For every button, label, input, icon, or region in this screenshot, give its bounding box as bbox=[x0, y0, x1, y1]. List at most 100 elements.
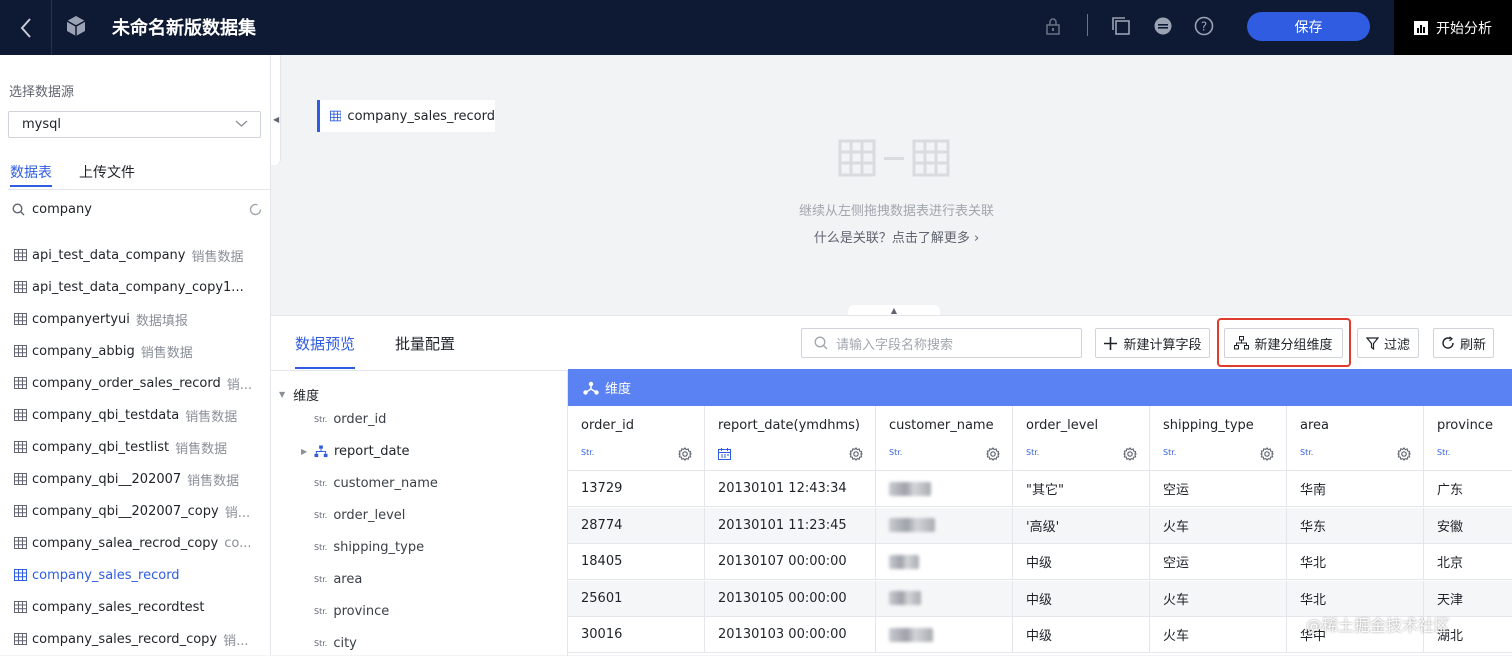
field-name: order_level bbox=[333, 508, 406, 523]
field-tree: ▼ 维度 Str. order_id ▶ report_date Str. custome… bbox=[271, 370, 568, 656]
new-calculated-field-label: 新建计算字段 bbox=[1123, 337, 1202, 353]
table-list-item[interactable]: company_order_sales_record 销... bbox=[14, 371, 264, 395]
datasource-select[interactable]: mysql bbox=[8, 111, 261, 138]
table-list-item[interactable]: api_test_data_company 销售数据 bbox=[14, 243, 264, 267]
start-analysis-button[interactable]: 开始分析 bbox=[1394, 0, 1512, 55]
chevron-right-icon: › bbox=[973, 231, 980, 246]
gear-icon[interactable] bbox=[678, 447, 692, 461]
table-icon bbox=[14, 473, 27, 485]
column-header[interactable]: shipping_type Str. bbox=[1150, 406, 1287, 471]
field-item[interactable]: ▶ report_date bbox=[301, 444, 410, 459]
table-list-item[interactable]: company_qbi_testdata 销售数据 bbox=[14, 403, 264, 427]
table-icon bbox=[14, 313, 27, 325]
field-item[interactable]: Str. area bbox=[314, 572, 362, 587]
string-type-badge: Str. bbox=[314, 479, 328, 488]
dimension-group-header-label: 维度 bbox=[605, 382, 632, 397]
join-help-link[interactable]: 什么是关联？点击了解更多 › bbox=[281, 227, 1512, 246]
table-cell: 华东 bbox=[1287, 507, 1424, 544]
table-icon bbox=[14, 537, 27, 549]
datasource-label: 选择数据源 bbox=[9, 85, 75, 100]
caret-right-icon: ▶ bbox=[301, 447, 308, 456]
tab-tables[interactable]: 数据表 bbox=[10, 162, 52, 187]
field-item[interactable]: Str. order_id bbox=[314, 412, 386, 427]
hierarchy-icon bbox=[314, 445, 328, 458]
page-title: 未命名新版数据集 bbox=[112, 18, 256, 39]
table-list-item[interactable]: company_qbi_testlist 销售数据 bbox=[14, 435, 264, 459]
new-calculated-field-button[interactable]: 新建计算字段 bbox=[1095, 328, 1210, 358]
table-icon bbox=[330, 110, 342, 122]
tab-upload-file[interactable]: 上传文件 bbox=[79, 162, 135, 182]
table-name: companyertyui bbox=[32, 311, 130, 327]
table-tag: co... bbox=[224, 535, 252, 551]
column-header[interactable]: order_level Str. bbox=[1013, 406, 1150, 471]
gear-icon[interactable] bbox=[1397, 447, 1411, 461]
field-search-input[interactable]: 请输入字段名称搜索 bbox=[801, 328, 1082, 358]
table-list-item[interactable]: company_sales_record bbox=[14, 563, 264, 587]
redacted-value bbox=[889, 481, 931, 496]
field-name: order_id bbox=[333, 412, 387, 427]
table-list-item[interactable]: company_qbi__202007_copy 销... bbox=[14, 499, 264, 523]
gear-icon[interactable] bbox=[986, 447, 1000, 461]
tab-batch-config[interactable]: 批量配置 bbox=[395, 333, 455, 354]
column-header[interactable]: province Str. bbox=[1424, 406, 1512, 471]
gear-icon[interactable] bbox=[849, 447, 863, 461]
table-list-item[interactable]: company_sales_record_copy 销... bbox=[14, 627, 264, 651]
table-search[interactable]: company bbox=[8, 198, 263, 222]
tab-data-preview[interactable]: 数据预览 bbox=[295, 333, 356, 369]
chevron-left-icon bbox=[20, 17, 31, 38]
filter-button[interactable]: 过滤 bbox=[1357, 328, 1419, 358]
table-icon bbox=[14, 345, 27, 357]
refresh-button[interactable]: 刷新 bbox=[1433, 328, 1494, 358]
column-header[interactable]: customer_name Str. bbox=[876, 406, 1013, 471]
save-button[interactable]: 保存 bbox=[1247, 12, 1370, 41]
svg-text:?: ? bbox=[1201, 20, 1207, 34]
table-name: company_sales_record bbox=[32, 567, 180, 583]
back-button[interactable] bbox=[0, 0, 52, 55]
table-list-item[interactable]: company_salea_recrod_copy co... bbox=[14, 531, 264, 555]
column-header[interactable]: report_date(ymdhms) bbox=[705, 406, 876, 471]
column-header[interactable]: order_id Str. bbox=[568, 406, 705, 471]
table-cell bbox=[876, 544, 1013, 580]
lock-icon[interactable] bbox=[1042, 15, 1064, 37]
field-item[interactable]: Str. order_level bbox=[314, 508, 405, 523]
table-cell: 火车 bbox=[1150, 580, 1287, 617]
table-cell: 北京 bbox=[1424, 544, 1512, 580]
field-item[interactable]: Str. city bbox=[314, 636, 357, 651]
table-icon bbox=[14, 505, 27, 517]
table-list-item[interactable]: company_sales_recordtest bbox=[14, 595, 264, 619]
search-icon bbox=[12, 203, 25, 216]
help-icon[interactable]: ? bbox=[1193, 15, 1215, 37]
table-list-item[interactable]: api_test_data_company_copy1... bbox=[14, 275, 264, 299]
field-item[interactable]: Str. province bbox=[314, 604, 389, 619]
relation-canvas: company_sales_record 继续从左侧拖拽数据表进行表关联 什么是… bbox=[281, 55, 1512, 317]
table-search-input[interactable]: company bbox=[32, 202, 92, 217]
redacted-value bbox=[889, 518, 935, 532]
field-item[interactable]: Str. customer_name bbox=[314, 476, 438, 491]
column-name: report_date(ymdhms) bbox=[718, 418, 860, 433]
column-header[interactable]: area Str. bbox=[1287, 406, 1424, 471]
dimension-group[interactable]: ▼ 维度 bbox=[279, 385, 319, 404]
filter-label: 过滤 bbox=[1383, 337, 1410, 353]
table-list-item[interactable]: companyertyui 数据填报 bbox=[14, 307, 264, 331]
table-cell: 13729 bbox=[568, 471, 705, 507]
new-group-dimension-button[interactable]: 新建分组维度 bbox=[1224, 328, 1343, 358]
table-cell: 中级 bbox=[1013, 544, 1150, 580]
table-list-item[interactable]: company_abbig 销售数据 bbox=[14, 339, 264, 363]
gear-icon[interactable] bbox=[1123, 447, 1137, 461]
table-cell: 20130101 11:23:45 bbox=[705, 507, 876, 544]
gear-icon[interactable] bbox=[1260, 447, 1274, 461]
search-icon bbox=[814, 336, 828, 350]
sidebar-collapse-handle[interactable]: ◀ bbox=[271, 55, 281, 165]
column-name: order_id bbox=[581, 418, 635, 433]
field-name: province bbox=[333, 604, 390, 619]
redacted-value bbox=[889, 554, 919, 569]
dataset-cube-icon bbox=[66, 15, 86, 41]
minus-circle-icon[interactable] bbox=[1152, 15, 1174, 37]
plus-icon bbox=[1104, 336, 1118, 350]
string-type-badge: Str. bbox=[314, 607, 328, 616]
table-list-item[interactable]: company_qbi__202007 销售数据 bbox=[14, 467, 264, 491]
field-item[interactable]: Str. shipping_type bbox=[314, 540, 424, 555]
table-node[interactable]: company_sales_record bbox=[317, 100, 495, 132]
column-name: order_level bbox=[1026, 418, 1099, 433]
copy-icon[interactable] bbox=[1110, 15, 1132, 37]
